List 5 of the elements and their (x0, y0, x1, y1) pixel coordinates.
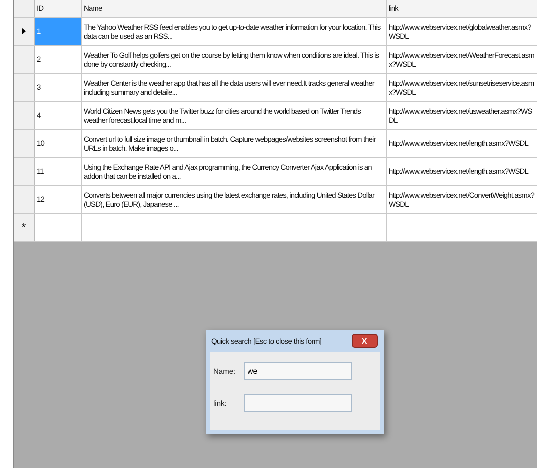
new-row-marker: * (22, 222, 26, 234)
input-field[interactable] (244, 394, 352, 412)
input-field[interactable]: we (244, 362, 352, 380)
close-button[interactable]: X (352, 334, 378, 348)
row-header[interactable] (14, 18, 35, 45)
